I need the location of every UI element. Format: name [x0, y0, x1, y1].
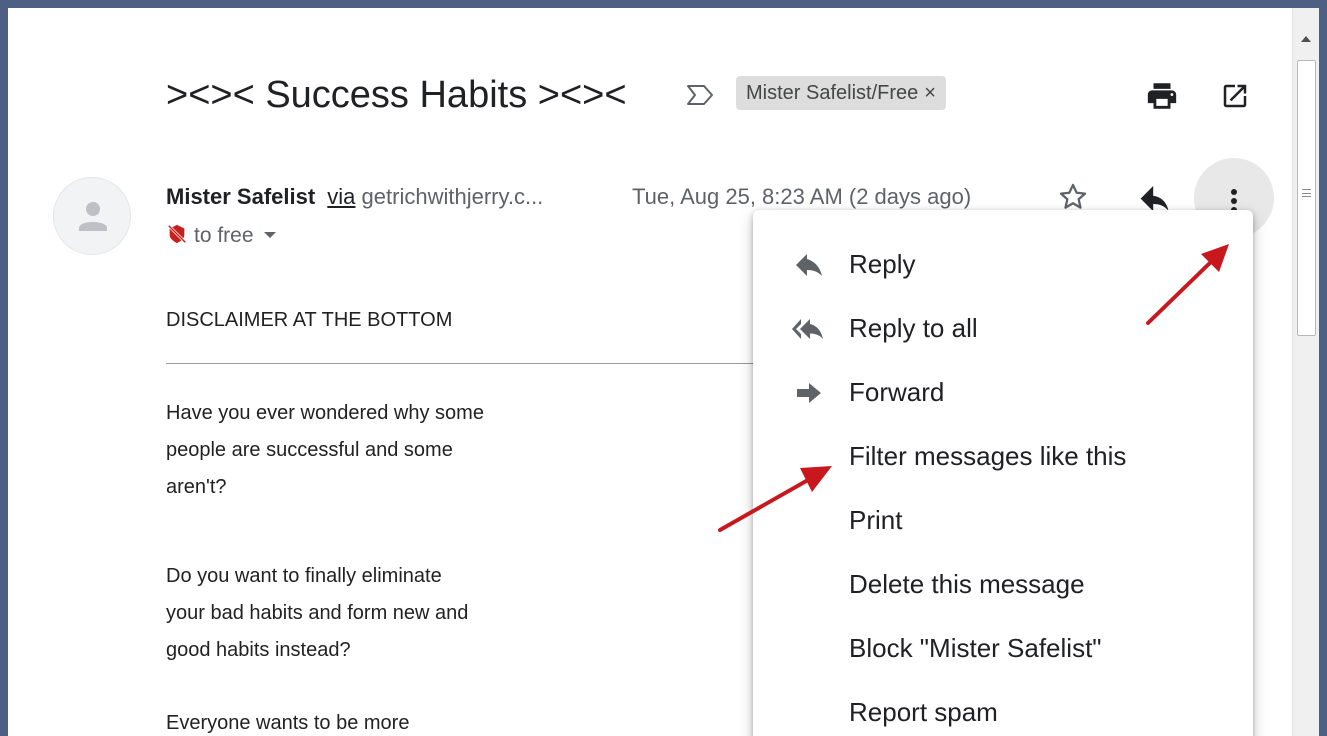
menu-item-label: Delete this message	[849, 569, 1085, 599]
scroll-thumb[interactable]	[1297, 60, 1316, 336]
more-vert-icon	[1231, 189, 1237, 195]
email-view: ><>< Success Habits ><>< Mister Safelist…	[8, 8, 1319, 736]
menu-item-label: Reply	[849, 249, 916, 279]
annotation-arrow-icon	[718, 466, 832, 532]
important-marker-icon[interactable]	[685, 83, 715, 107]
recipient-text: to free	[194, 224, 254, 247]
menu-item-block[interactable]: Block "Mister Safelist"	[753, 616, 1253, 680]
recipient-info[interactable]: to free	[166, 222, 276, 250]
body-paragraph-2: Do you want to finally eliminate your ba…	[166, 558, 468, 669]
menu-item-delete[interactable]: Delete this message	[753, 552, 1253, 616]
body-paragraph-1: Have you ever wondered why some people a…	[166, 395, 484, 506]
remove-label-icon[interactable]: ×	[924, 82, 936, 104]
body-line: people are successful and some	[166, 439, 453, 461]
sender-avatar[interactable]	[53, 177, 131, 255]
star-icon[interactable]	[1056, 180, 1090, 214]
chevron-down-icon[interactable]	[263, 232, 276, 238]
vertical-scrollbar[interactable]	[1292, 8, 1319, 736]
body-paragraph-3: Everyone wants to be more	[166, 705, 409, 736]
menu-item-report-spam[interactable]: Report spam	[753, 680, 1253, 736]
forward-icon	[797, 383, 821, 403]
label-chip-text: Mister Safelist/Free	[746, 82, 919, 104]
unencrypted-icon	[167, 224, 187, 244]
menu-item-label: Print	[849, 505, 903, 535]
body-line: good habits instead?	[166, 639, 351, 661]
via-domain: getrichwithjerry.c...	[361, 184, 544, 209]
email-subject: ><>< Success Habits ><><	[166, 74, 627, 116]
message-date: Tue, Aug 25, 8:23 AM (2 days ago)	[632, 184, 972, 209]
more-vert-dot	[1231, 198, 1237, 204]
body-divider	[166, 363, 766, 364]
menu-item-label: Report spam	[849, 697, 998, 727]
body-line: your bad habits and form new and	[166, 602, 469, 624]
menu-item-label: Reply to all	[849, 313, 978, 343]
body-line: aren't?	[166, 476, 227, 498]
reply-icon	[796, 254, 822, 276]
label-chip[interactable]: Mister Safelist/Free ×	[736, 76, 946, 110]
body-line: Everyone wants to be more	[166, 712, 410, 734]
sender-name[interactable]: Mister Safelist	[166, 184, 315, 209]
print-icon[interactable]	[1145, 79, 1179, 113]
sender-info: Mister Safelist via getrichwithjerry.c..…	[166, 182, 543, 212]
body-line: Have you ever wondered why some	[166, 402, 484, 424]
scroll-up-arrow-icon[interactable]	[1301, 36, 1311, 42]
menu-item-label: Filter messages like this	[849, 441, 1127, 471]
reply-all-icon	[792, 319, 823, 339]
menu-item-forward[interactable]: Forward	[753, 360, 1253, 424]
menu-item-label: Forward	[849, 377, 945, 407]
body-line: Do you want to finally eliminate	[166, 565, 442, 587]
menu-item-label: Block "Mister Safelist"	[849, 633, 1102, 663]
person-icon	[79, 202, 107, 231]
body-disclaimer: DISCLAIMER AT THE BOTTOM	[166, 309, 453, 331]
grip-icon	[1302, 189, 1311, 197]
via-link[interactable]: via	[327, 184, 355, 209]
open-in-new-window-icon[interactable]	[1220, 81, 1250, 111]
annotation-arrow-icon	[1146, 244, 1229, 325]
